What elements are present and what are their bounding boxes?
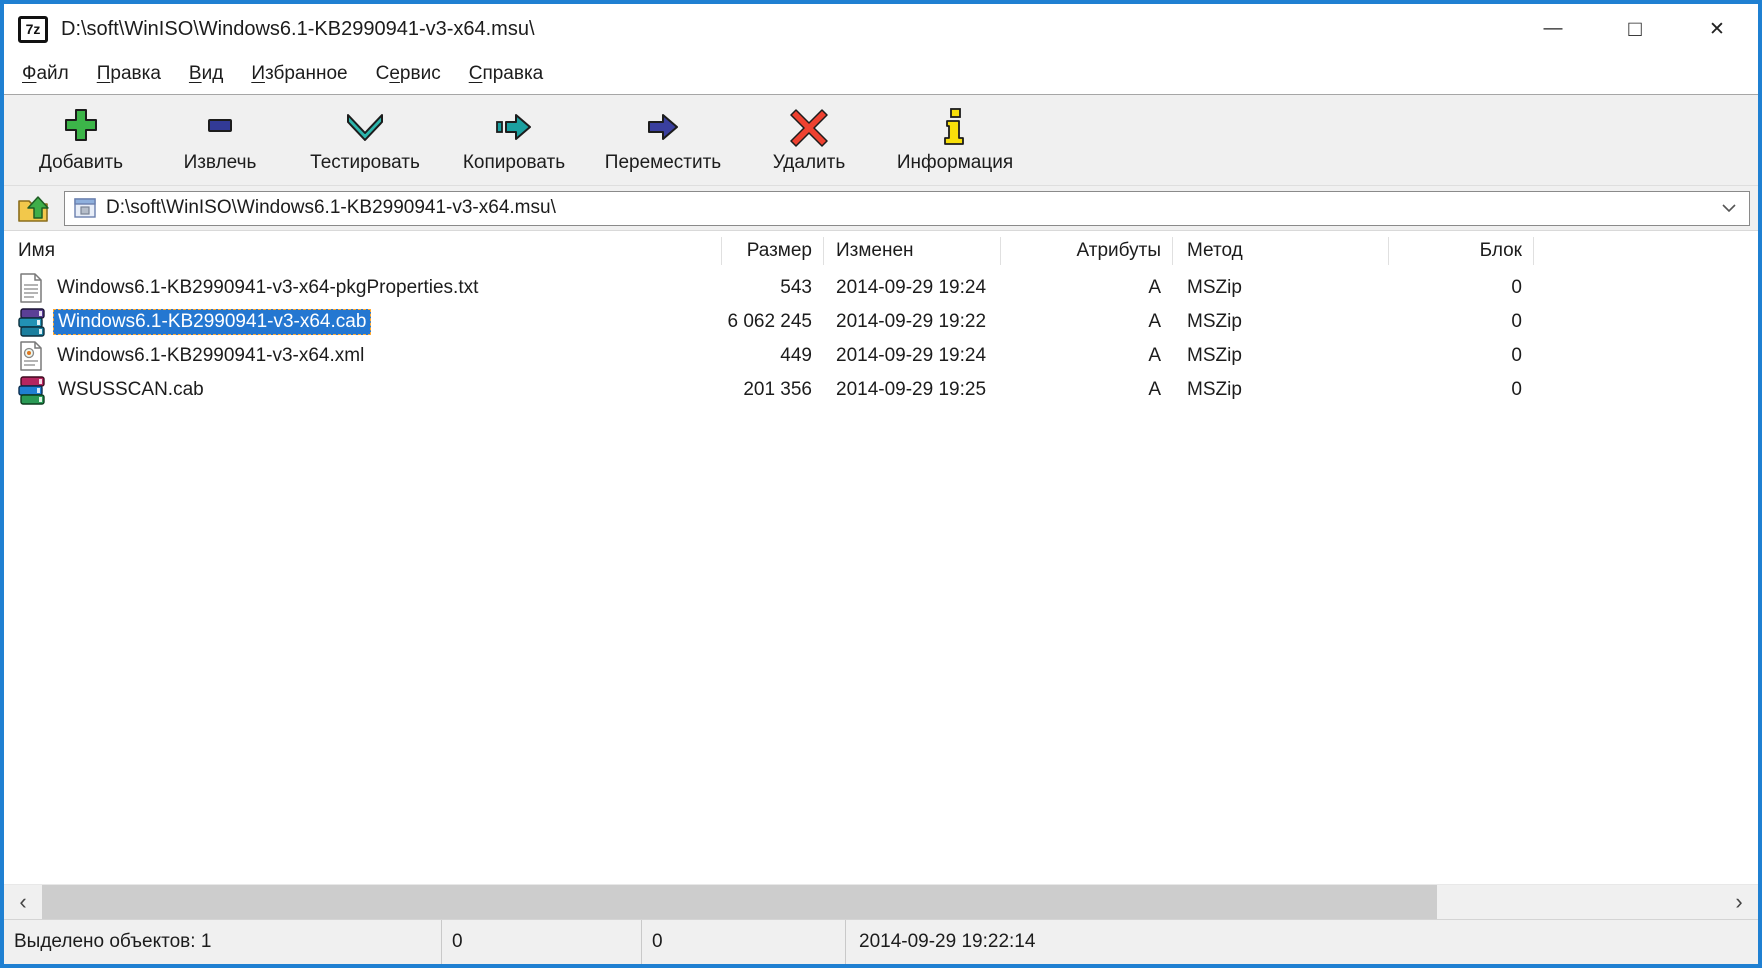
file-size: 543 — [722, 277, 824, 299]
7zip-app-icon: 7z — [18, 16, 48, 43]
address-bar-row: D:\soft\WinISO\Windows6.1-KB2990941-v3-x… — [4, 185, 1758, 231]
menu-help[interactable]: Справка — [455, 58, 558, 90]
scrollbar-track[interactable] — [1437, 885, 1720, 919]
title-bar: 7z D:\soft\WinISO\Windows6.1-KB2990941-v… — [4, 4, 1758, 54]
address-path: D:\soft\WinISO\Windows6.1-KB2990941-v3-x… — [106, 197, 556, 219]
column-header-modified[interactable]: Изменен — [824, 231, 1001, 271]
address-combobox[interactable]: D:\soft\WinISO\Windows6.1-KB2990941-v3-x… — [64, 191, 1750, 226]
status-panel-3: 0 — [642, 920, 846, 964]
column-header-method[interactable]: Метод — [1173, 231, 1389, 271]
file-size: 6 062 245 — [722, 311, 824, 333]
delete-icon — [786, 107, 832, 147]
maximize-icon: □ — [1628, 16, 1641, 42]
status-panel-2: 0 — [442, 920, 642, 964]
file-modified: 2014-09-29 19:25 — [824, 379, 1001, 401]
column-header-spacer — [1534, 231, 1758, 271]
file-block: 0 — [1389, 311, 1534, 333]
file-block: 0 — [1389, 379, 1534, 401]
minimize-button[interactable]: — — [1512, 4, 1594, 54]
cab-archive-icon — [18, 307, 45, 337]
menu-tools[interactable]: Сервис — [362, 58, 455, 90]
cab-archive-icon — [18, 375, 45, 405]
app-icon-label: 7z — [26, 21, 41, 37]
status-timestamp: 2014-09-29 19:22:14 — [846, 920, 1758, 964]
archive-file-icon — [73, 196, 97, 220]
add-button[interactable]: Добавить — [12, 97, 150, 183]
file-name: WSUSSCAN.cab — [53, 377, 209, 403]
status-selected-objects: Выделено объектов: 1 — [4, 920, 442, 964]
move-button[interactable]: Переместить — [588, 97, 738, 183]
maximize-button[interactable]: □ — [1594, 4, 1676, 54]
file-method: MSZip — [1173, 345, 1389, 367]
7zip-window: 7z D:\soft\WinISO\Windows6.1-KB2990941-v… — [0, 0, 1762, 968]
window-controls: — □ ✕ — [1512, 4, 1758, 54]
file-name: Windows6.1-KB2990941-v3-x64.xml — [52, 343, 369, 369]
txt-file-icon — [18, 273, 44, 303]
menu-favorites[interactable]: Избранное — [237, 58, 361, 90]
file-modified: 2014-09-29 19:22 — [824, 311, 1001, 333]
menu-edit[interactable]: Правка — [83, 58, 175, 90]
file-method: MSZip — [1173, 277, 1389, 299]
file-modified: 2014-09-29 19:24 — [824, 277, 1001, 299]
file-size: 201 356 — [722, 379, 824, 401]
file-attributes: A — [1001, 311, 1173, 333]
toolbar: Добавить Извлечь Тестировать Копировать — [4, 94, 1758, 185]
file-attributes: A — [1001, 379, 1173, 401]
column-header-name[interactable]: Имя — [4, 231, 722, 271]
horizontal-scrollbar[interactable]: ‹ › — [4, 884, 1758, 919]
file-method: MSZip — [1173, 379, 1389, 401]
move-icon — [640, 107, 686, 147]
file-row-wsusscan-cab[interactable]: WSUSSCAN.cab 201 356 2014-09-29 19:25 A … — [4, 373, 1758, 407]
parent-folder-icon — [17, 191, 51, 225]
xml-file-icon — [18, 341, 44, 371]
extract-button[interactable]: Извлечь — [150, 97, 290, 183]
file-modified: 2014-09-29 19:24 — [824, 345, 1001, 367]
file-row-kb-xml[interactable]: Windows6.1-KB2990941-v3-x64.xml 449 2014… — [4, 339, 1758, 373]
column-header-attributes[interactable]: Атрибуты — [1001, 231, 1173, 271]
column-header-size[interactable]: Размер — [722, 231, 824, 271]
info-icon — [932, 107, 978, 147]
file-attributes: A — [1001, 277, 1173, 299]
add-icon — [58, 107, 104, 147]
status-bar: Выделено объектов: 1 0 0 2014-09-29 19:2… — [4, 919, 1758, 964]
file-method: MSZip — [1173, 311, 1389, 333]
extract-icon — [197, 107, 243, 147]
close-icon: ✕ — [1709, 18, 1725, 41]
file-name: Windows6.1-KB2990941-v3-x64-pkgPropertie… — [52, 275, 483, 301]
file-list: Имя Размер Изменен Атрибуты Метод Блок — [4, 231, 1758, 884]
menu-file[interactable]: Файл — [8, 58, 83, 90]
file-block: 0 — [1389, 345, 1534, 367]
file-name-selected: Windows6.1-KB2990941-v3-x64.cab — [53, 309, 371, 335]
scrollbar-thumb[interactable] — [42, 885, 1437, 919]
parent-folder-button[interactable] — [14, 189, 54, 227]
scroll-right-button[interactable]: › — [1720, 885, 1758, 919]
menu-view[interactable]: Вид — [175, 58, 237, 90]
scroll-left-button[interactable]: ‹ — [4, 885, 42, 919]
column-header-block[interactable]: Блок — [1389, 231, 1534, 271]
dropdown-chevron-icon[interactable] — [1721, 203, 1737, 213]
menu-bar: Файл Правка Вид Избранное Сервис Справка — [4, 54, 1758, 94]
minimize-icon: — — [1544, 18, 1563, 40]
file-size: 449 — [722, 345, 824, 367]
file-row-kb-cab-selected[interactable]: Windows6.1-KB2990941-v3-x64.cab 6 062 24… — [4, 305, 1758, 339]
test-icon — [342, 107, 388, 147]
close-button[interactable]: ✕ — [1676, 4, 1758, 54]
delete-button[interactable]: Удалить — [738, 97, 880, 183]
file-row-pkgproperties-txt[interactable]: Windows6.1-KB2990941-v3-x64-pkgPropertie… — [4, 271, 1758, 305]
list-header: Имя Размер Изменен Атрибуты Метод Блок — [4, 231, 1758, 271]
test-button[interactable]: Тестировать — [290, 97, 440, 183]
copy-button[interactable]: Копировать — [440, 97, 588, 183]
info-button[interactable]: Информация — [880, 97, 1030, 183]
window-title: D:\soft\WinISO\Windows6.1-KB2990941-v3-x… — [61, 18, 535, 41]
file-block: 0 — [1389, 277, 1534, 299]
copy-icon — [491, 107, 537, 147]
file-attributes: A — [1001, 345, 1173, 367]
